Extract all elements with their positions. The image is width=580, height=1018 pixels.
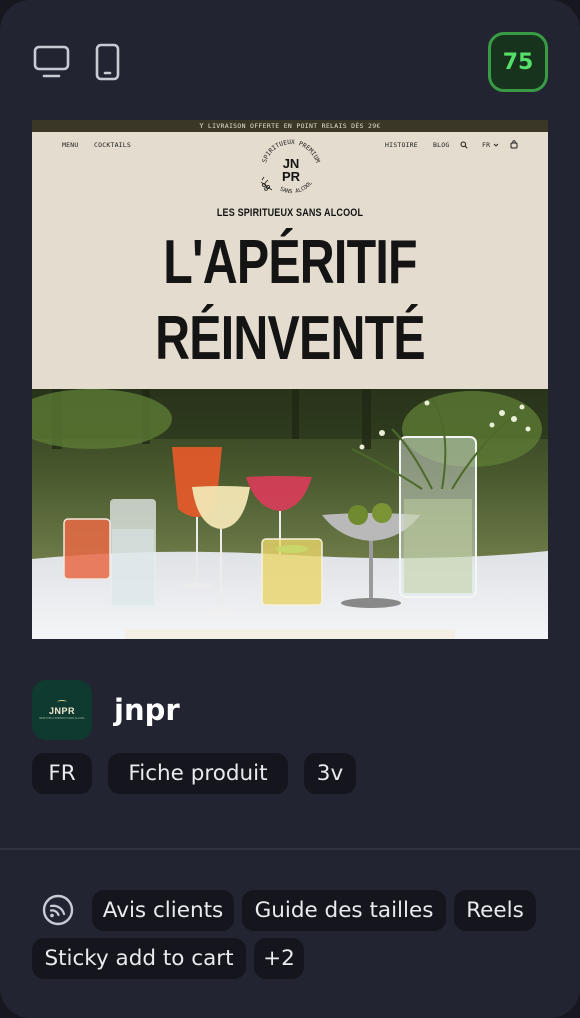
brand-name[interactable]: jnpr — [114, 690, 180, 730]
feature-avis-clients[interactable]: Avis clients — [92, 890, 234, 931]
nav-lang: FR — [482, 141, 491, 149]
feature-more-count[interactable]: +2 — [254, 938, 304, 979]
juniper-sprig-icon — [260, 176, 273, 191]
site-preview-thumbnail[interactable]: Y LIVRAISON OFFERTE EN POINT RELAIS DÈS … — [32, 120, 548, 639]
logo-text-bottom: PR — [282, 169, 301, 184]
feature-sticky-add-to-cart[interactable]: Sticky add to cart — [32, 938, 246, 979]
broadcast-icon — [42, 894, 74, 926]
cart-icon — [510, 140, 518, 149]
promo-text: LIVRAISON OFFERTE EN POINT RELAIS DÈS 29… — [207, 122, 381, 130]
site-card[interactable]: 75 Y LIVRAISON OFFERTE EN POINT RELAIS D… — [0, 0, 580, 1018]
brand-mark-icon — [57, 700, 67, 704]
tag-language[interactable]: FR — [32, 753, 92, 794]
divider — [0, 848, 580, 850]
content-strip — [125, 629, 455, 639]
tag-page-type[interactable]: Fiche produit — [108, 753, 288, 794]
avatar-text: JNPR — [48, 706, 75, 716]
score-badge: 75 — [488, 32, 548, 92]
hero-cocktails-photo — [32, 389, 548, 639]
nav-link-menu: MENU — [62, 141, 79, 149]
nav-link-histoire: HISTOIRE — [385, 141, 418, 149]
site-tagline: LES SPIRITUEUX SANS ALCOOL — [216, 207, 364, 219]
hero-heading-line-1: L'APÉRITIF — [163, 228, 417, 297]
nav-link-cocktails: COCKTAILS — [94, 141, 132, 149]
search-icon — [460, 141, 468, 149]
smartphone-icon[interactable] — [88, 42, 128, 82]
hero-heading-line-2: RÉINVENTÉ — [155, 304, 426, 373]
brand-avatar: JNPR SPIRITUEUX PREMIUM SANS ALCOOL — [32, 680, 92, 740]
chevron-down-icon — [493, 143, 499, 147]
feature-guide-des-tailles[interactable]: Guide des tailles — [242, 890, 446, 931]
cocktail-glass-icon: Y — [199, 122, 204, 130]
jnpr-logo: SPIRITUEUX PREMIUM SANS ALCOOL JN PR — [260, 139, 321, 195]
avatar-subtext: SPIRITUEUX PREMIUM SANS ALCOOL — [39, 717, 85, 720]
tag-version-count[interactable]: 3v — [304, 753, 356, 794]
promo-bar: Y LIVRAISON OFFERTE EN POINT RELAIS DÈS … — [32, 120, 548, 132]
monitor-icon[interactable] — [32, 42, 72, 82]
nav-link-blog: BLOG — [433, 141, 450, 149]
feature-reels[interactable]: Reels — [454, 890, 536, 931]
